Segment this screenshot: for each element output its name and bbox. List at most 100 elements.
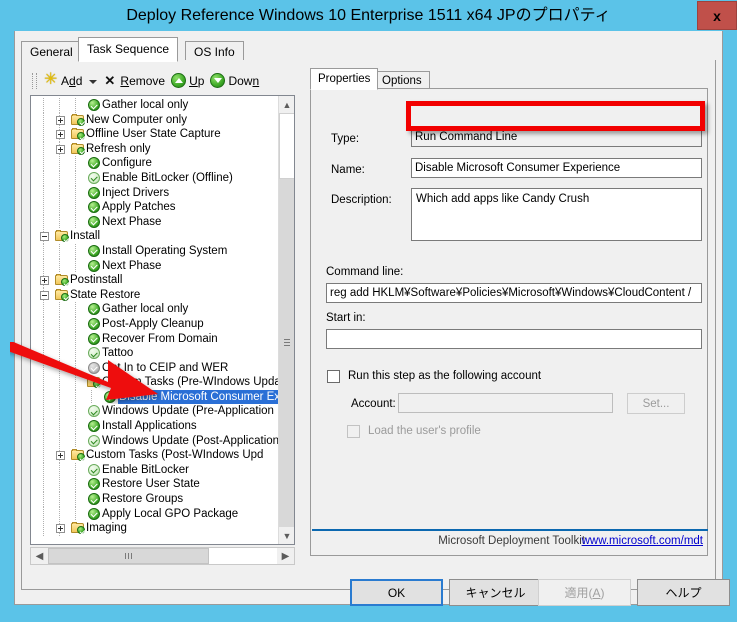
tree-item[interactable]: Post-Apply Cleanup bbox=[31, 316, 279, 332]
add-button[interactable]: Add bbox=[41, 70, 85, 92]
tree-item[interactable]: Offline User State Capture bbox=[31, 127, 279, 142]
horizontal-scrollbar-thumb[interactable] bbox=[48, 548, 209, 564]
tree-item[interactable]: Recover From Domain bbox=[31, 331, 279, 347]
tree-indent-guide bbox=[75, 302, 76, 317]
close-button[interactable]: x bbox=[697, 1, 737, 30]
folder-icon bbox=[71, 521, 85, 535]
tree-expand-icon[interactable] bbox=[40, 276, 49, 286]
add-dropdown-button[interactable] bbox=[85, 70, 100, 92]
tab-task-sequence[interactable]: Task Sequence bbox=[78, 37, 179, 62]
tree-item[interactable]: Gather local only bbox=[31, 302, 279, 317]
property-dialog-window: Deploy Reference Windows 10 Enterprise 1… bbox=[0, 0, 737, 622]
tree-indent-guide bbox=[75, 433, 76, 449]
tree-item[interactable]: New Computer only bbox=[31, 112, 279, 128]
footer-link[interactable]: www.microsoft.com/mdt bbox=[582, 535, 703, 547]
move-down-button[interactable]: Down bbox=[207, 70, 262, 92]
load-user-profile-checkbox[interactable] bbox=[347, 425, 360, 438]
account-field[interactable] bbox=[398, 393, 613, 413]
tree-item[interactable]: Disable Microsoft Consumer Ex bbox=[31, 389, 279, 405]
tree-item[interactable]: Install Operating System bbox=[31, 243, 279, 259]
task-step-icon bbox=[87, 98, 101, 112]
description-field[interactable]: Which add apps like Candy Crush bbox=[411, 188, 702, 241]
task-step-icon bbox=[87, 156, 101, 170]
tree-item[interactable]: Postinstall bbox=[31, 273, 279, 288]
toolbar-grip bbox=[32, 72, 37, 89]
horizontal-scrollbar-track[interactable] bbox=[48, 548, 277, 564]
tree-expand-icon[interactable] bbox=[56, 115, 65, 125]
tree-item[interactable]: Gather local only bbox=[31, 98, 279, 113]
tab-os-info[interactable]: OS Info bbox=[185, 41, 244, 61]
tree-item[interactable]: Refresh only bbox=[31, 141, 279, 157]
task-properties-pane: Options Properties Type: Run Command Lin… bbox=[310, 68, 708, 580]
vertical-scrollbar-track[interactable] bbox=[279, 179, 294, 527]
tree-expand-icon[interactable] bbox=[56, 130, 65, 140]
tree-item[interactable]: Tattoo bbox=[31, 346, 279, 361]
green-check-icon bbox=[88, 347, 100, 360]
task-sequence-tree[interactable]: Gather local only New Computer only Offlin… bbox=[30, 95, 295, 545]
tree-item[interactable]: Restore Groups bbox=[31, 492, 279, 507]
tree-item[interactable]: Restore User State bbox=[31, 477, 279, 493]
tree-item-label: Inject Drivers bbox=[102, 186, 170, 199]
tree-item[interactable]: Install bbox=[31, 229, 279, 244]
scroll-up-arrow-icon[interactable]: ▲ bbox=[279, 96, 294, 113]
start-in-label: Start in: bbox=[326, 312, 366, 324]
tree-item[interactable]: Enable BitLocker bbox=[31, 462, 279, 478]
tree-item[interactable]: Opt In to CEIP and WER bbox=[31, 360, 279, 376]
tree-item[interactable]: Apply Local GPO Package bbox=[31, 506, 279, 522]
tree-item[interactable]: State Restore bbox=[31, 287, 279, 303]
tree-item[interactable]: Enable BitLocker (Offline) bbox=[31, 170, 279, 186]
name-field[interactable]: Disable Microsoft Consumer Experience bbox=[411, 158, 702, 178]
task-step-icon bbox=[87, 259, 101, 273]
tree-item-label: Enable BitLocker bbox=[102, 463, 189, 476]
folder-icon bbox=[55, 288, 69, 302]
run-as-account-checkbox[interactable] bbox=[327, 370, 340, 383]
tree-item[interactable]: Apply Patches bbox=[31, 200, 279, 215]
vertical-scrollbar-thumb[interactable] bbox=[279, 113, 294, 179]
command-line-field[interactable]: reg add HKLM¥Software¥Policies¥Microsoft… bbox=[326, 283, 702, 303]
tree-collapse-icon[interactable] bbox=[40, 232, 49, 242]
tree-expand-icon[interactable] bbox=[56, 451, 65, 461]
tree-item[interactable]: Windows Update (Pre-Application I bbox=[31, 404, 279, 420]
tree-item[interactable]: Next Phase bbox=[31, 214, 279, 230]
tree-item[interactable]: Imaging bbox=[31, 521, 279, 536]
tree-indent-guide bbox=[75, 98, 76, 113]
tree-item[interactable]: Custom Tasks (Post-WIndows Upd bbox=[31, 448, 279, 463]
tree-item[interactable]: Custom Tasks (Pre-WIndows Upda bbox=[31, 375, 279, 390]
scroll-right-arrow-icon[interactable]: ▶ bbox=[277, 548, 294, 564]
tree-vertical-scrollbar[interactable]: ▲ ▼ bbox=[278, 96, 294, 544]
tab-general[interactable]: General bbox=[21, 41, 82, 61]
remove-button[interactable]: Remove bbox=[100, 70, 168, 92]
green-check-icon bbox=[88, 361, 100, 374]
tree-item[interactable]: Install Applications bbox=[31, 419, 279, 434]
tree-item-label: Enable BitLocker (Offline) bbox=[102, 171, 233, 184]
start-in-field[interactable] bbox=[326, 329, 702, 349]
set-account-button[interactable]: Set... bbox=[627, 393, 685, 414]
green-check-icon bbox=[88, 507, 100, 520]
tree-indent-guide bbox=[75, 404, 76, 420]
task-step-icon bbox=[87, 302, 101, 316]
ok-button[interactable]: OK bbox=[350, 579, 443, 606]
tree-indent-guide bbox=[75, 214, 76, 230]
tree-indent-guide bbox=[43, 389, 44, 405]
tab-options[interactable]: Options bbox=[374, 71, 430, 89]
tree-item[interactable]: Windows Update (Post-Application bbox=[31, 433, 279, 449]
command-line-label: Command line: bbox=[326, 266, 404, 278]
tree-item[interactable]: Inject Drivers bbox=[31, 185, 279, 201]
tree-item[interactable]: Next Phase bbox=[31, 258, 279, 274]
move-up-button[interactable]: Up bbox=[168, 70, 207, 92]
remove-button-label: Remove bbox=[120, 73, 166, 88]
tree-item-label: Custom Tasks (Post-WIndows Upd bbox=[86, 449, 264, 462]
tree-collapse-icon[interactable] bbox=[40, 290, 49, 300]
apply-button[interactable]: 適用(A) bbox=[538, 579, 631, 606]
tree-indent-guide bbox=[43, 477, 44, 493]
tree-expand-icon[interactable] bbox=[56, 524, 65, 534]
help-button[interactable]: ヘルプ bbox=[637, 579, 730, 606]
tree-item[interactable]: Configure bbox=[31, 156, 279, 171]
tree-indent-guide bbox=[43, 127, 44, 142]
scroll-down-arrow-icon[interactable]: ▼ bbox=[279, 527, 294, 544]
tree-expand-icon[interactable] bbox=[56, 144, 65, 154]
tree-horizontal-scrollbar[interactable]: ◀ ▶ bbox=[30, 547, 295, 565]
tab-properties[interactable]: Properties bbox=[310, 68, 379, 90]
scroll-left-arrow-icon[interactable]: ◀ bbox=[31, 548, 48, 564]
cancel-button[interactable]: キャンセル bbox=[449, 579, 542, 606]
